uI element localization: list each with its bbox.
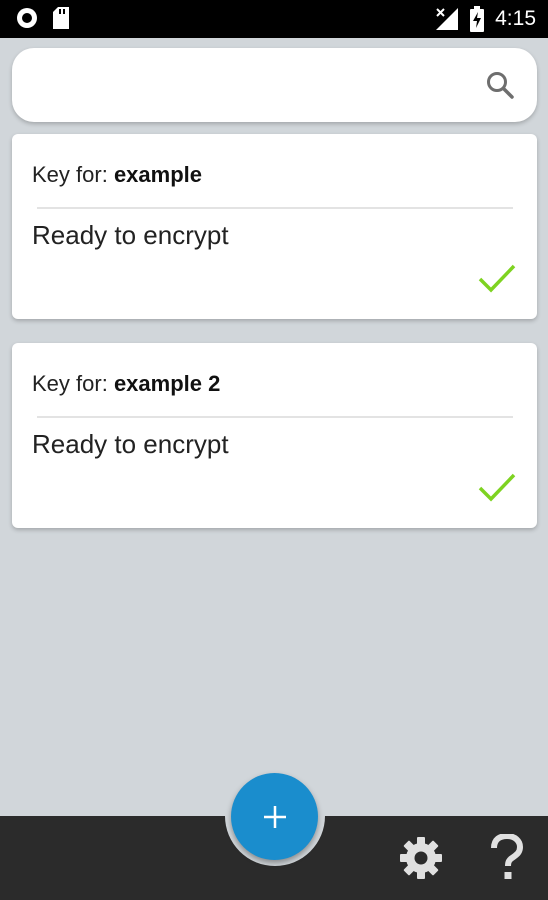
key-card[interactable]: Key for: example Ready to encrypt [12,134,537,319]
status-time: 4:15 [495,7,536,30]
key-title: Key for: example 2 [32,371,220,397]
key-name: example [113,162,202,187]
record-icon [17,8,37,28]
key-label: Key for: [32,162,108,187]
plus-icon [263,805,286,828]
status-bar: 4:15 [0,0,548,38]
sd-card-icon [53,7,69,29]
question-mark-icon[interactable] [487,834,527,882]
search-input[interactable] [34,66,478,106]
check-icon [478,473,516,502]
key-label: Key for: [32,371,108,396]
key-card[interactable]: Key for: example 2 Ready to encrypt [12,343,537,528]
gear-icon[interactable] [399,836,443,880]
key-name: example 2 [113,371,221,396]
add-key-button[interactable] [231,773,318,860]
key-status: Ready to encrypt [32,429,229,459]
check-icon [478,264,516,293]
key-title: Key for: example [32,162,202,188]
search-icon[interactable] [485,70,515,100]
no-signal-icon [436,8,459,30]
key-status: Ready to encrypt [32,220,229,250]
divider [37,207,513,209]
divider [37,416,513,418]
battery-charging-icon [470,6,485,32]
search-bar[interactable] [12,48,537,122]
